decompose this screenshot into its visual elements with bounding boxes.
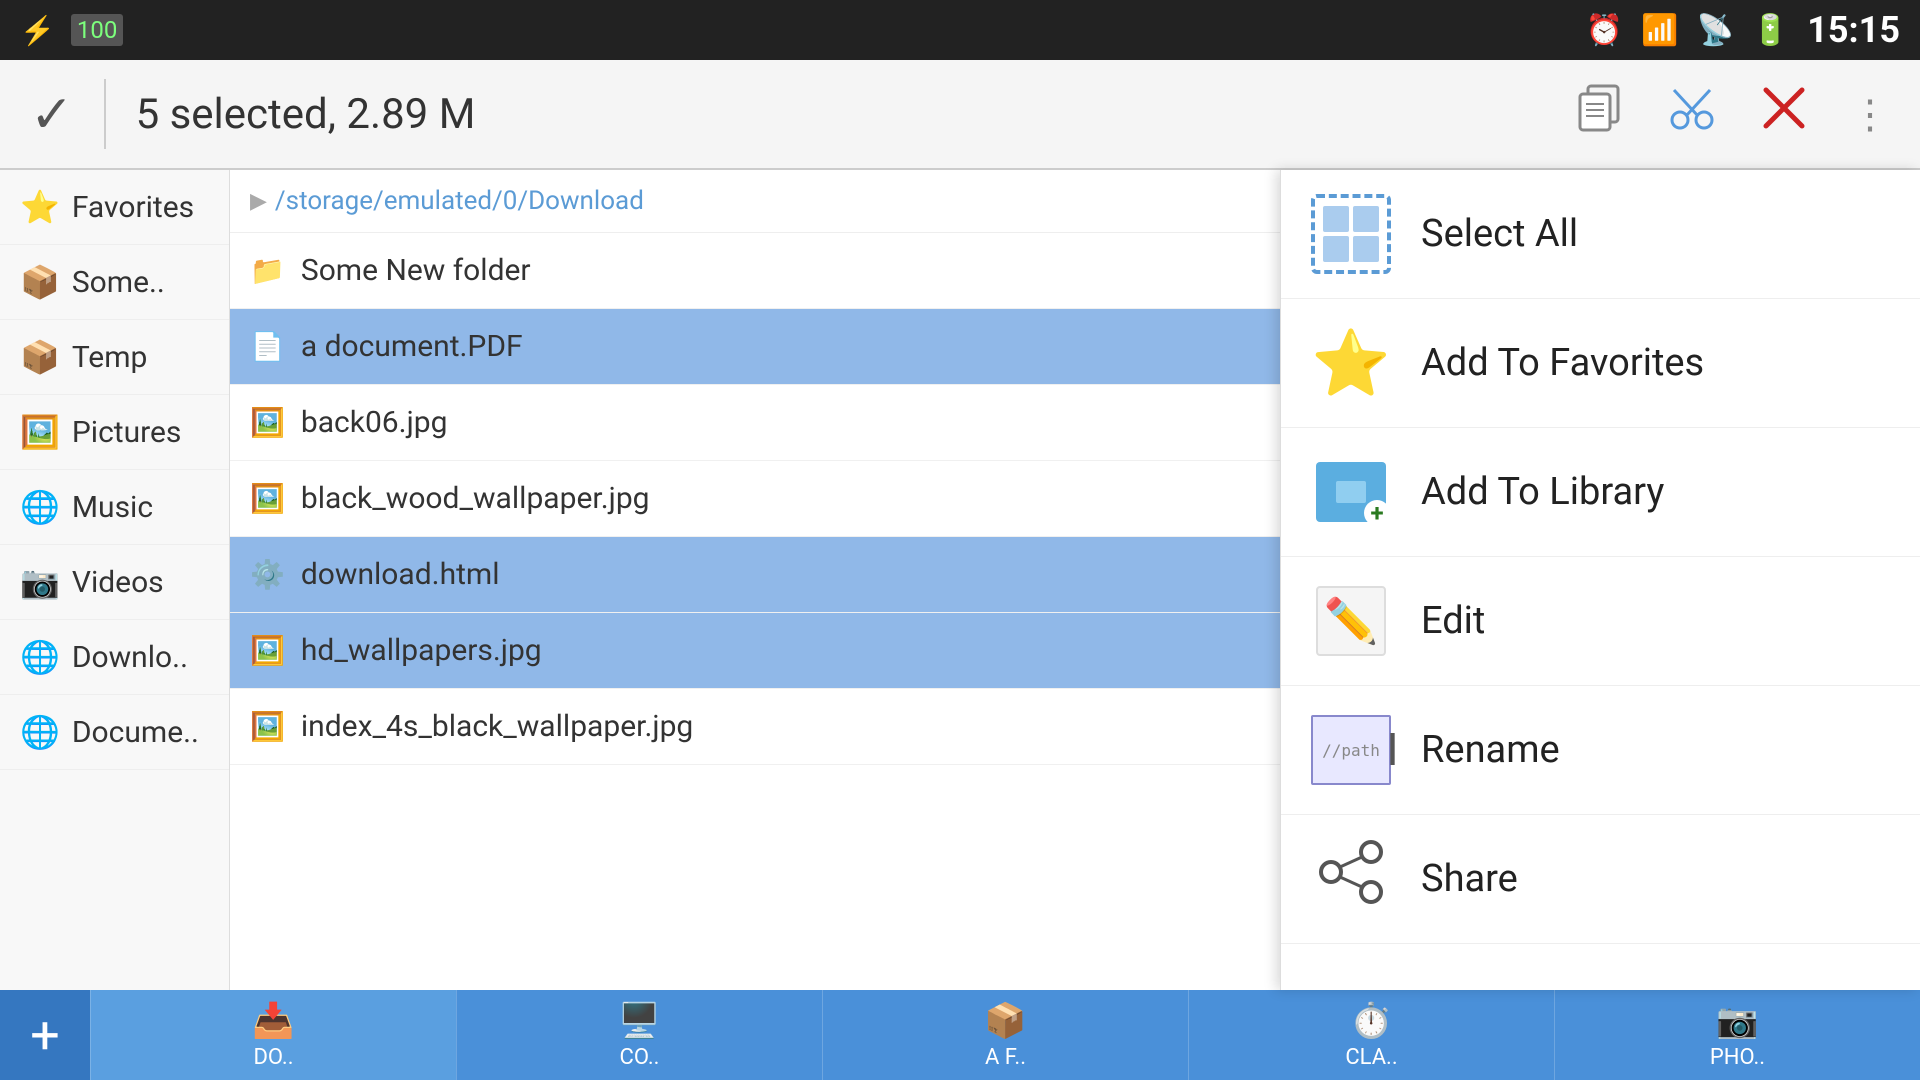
- img-icon-hd: 🖼️: [250, 634, 285, 667]
- html-icon: ⚙️: [250, 558, 285, 591]
- current-path[interactable]: /storage/emulated/0/Download: [275, 186, 644, 216]
- menu-label-share: Share: [1421, 857, 1518, 901]
- videos-icon: 📷: [20, 563, 60, 601]
- battery-icon: 100: [71, 14, 123, 46]
- alarm-icon: ⏰: [1586, 13, 1623, 48]
- sidebar-label-videos: Videos: [72, 565, 164, 600]
- add-to-favorites-icon: ⭐: [1311, 323, 1391, 403]
- menu-label-select-all: Select All: [1421, 212, 1578, 256]
- sidebar-item-videos[interactable]: 📷 Videos: [0, 545, 229, 620]
- pictures-icon: 🖼️: [20, 413, 60, 451]
- tab-do-icon: 📥: [252, 1001, 294, 1041]
- context-menu: Select All ⭐ Add To Favorites + Add To L…: [1280, 170, 1920, 990]
- tab-do[interactable]: 📥 DO..: [90, 990, 456, 1080]
- tab-do-label: DO..: [253, 1045, 293, 1070]
- main-content: ⭐ Favorites 📦 Some.. 📦 Temp 🖼️ Pictures …: [0, 170, 1920, 990]
- tab-cla[interactable]: ⏱️ CLA..: [1188, 990, 1554, 1080]
- file-name-back06: back06.jpg: [301, 405, 448, 440]
- favorites-icon: ⭐: [20, 188, 60, 226]
- usb-icon: ⚡: [20, 14, 55, 47]
- tab-co-icon: 🖥️: [618, 1001, 660, 1041]
- menu-item-edit[interactable]: ✏️ Edit: [1281, 557, 1920, 686]
- tab-bar: + 📥 DO.. 🖥️ CO.. 📦 A F.. ⏱️ CLA.. 📷 PHO.…: [0, 990, 1920, 1080]
- downloads-icon: 🌐: [20, 638, 60, 676]
- file-name-some-new-folder: Some New folder: [301, 253, 531, 288]
- tab-cla-icon: ⏱️: [1350, 1001, 1392, 1041]
- menu-label-add-to-favorites: Add To Favorites: [1421, 341, 1704, 385]
- menu-item-add-to-favorites[interactable]: ⭐ Add To Favorites: [1281, 299, 1920, 428]
- action-bar: ✓ 5 selected, 2.89 M: [0, 60, 1920, 170]
- menu-item-share[interactable]: Share: [1281, 815, 1920, 944]
- tab-co-label: CO..: [620, 1045, 660, 1070]
- action-bar-icons: ⋮: [1574, 82, 1890, 147]
- sidebar-item-pictures[interactable]: 🖼️ Pictures: [0, 395, 229, 470]
- tab-af-icon: 📦: [984, 1001, 1026, 1041]
- sidebar-label-pictures: Pictures: [72, 415, 182, 450]
- selection-info: 5 selected, 2.89 M: [136, 90, 1574, 139]
- menu-item-add-to-library[interactable]: + Add To Library: [1281, 428, 1920, 557]
- documents-icon: 🌐: [20, 713, 60, 751]
- file-name-black-wood: black_wood_wallpaper.jpg: [301, 481, 650, 516]
- file-name-index-4s: index_4s_black_wallpaper.jpg: [301, 709, 693, 744]
- temp-icon: 📦: [20, 338, 60, 376]
- edit-icon: ✏️: [1311, 581, 1391, 661]
- tab-pho-label: PHO..: [1710, 1045, 1765, 1070]
- tab-pho-icon: 📷: [1716, 1001, 1758, 1041]
- rename-icon: //path Ⅰ: [1311, 710, 1391, 790]
- battery-full-icon: 🔋: [1752, 13, 1789, 48]
- menu-label-add-to-library: Add To Library: [1421, 470, 1664, 514]
- wifi-icon: 📶: [1641, 13, 1678, 48]
- menu-item-rename[interactable]: //path Ⅰ Rename: [1281, 686, 1920, 815]
- music-icon: 🌐: [20, 488, 60, 526]
- img-icon-index: 🖼️: [250, 710, 285, 743]
- folder-icon: 📁: [250, 254, 285, 287]
- menu-label-edit: Edit: [1421, 599, 1485, 643]
- sidebar-item-favorites[interactable]: ⭐ Favorites: [0, 170, 229, 245]
- file-name-hd-wallpapers: hd_wallpapers.jpg: [301, 633, 542, 668]
- sidebar-label-music: Music: [72, 490, 153, 525]
- sidebar-item-music[interactable]: 🌐 Music: [0, 470, 229, 545]
- pdf-icon: 📄: [250, 330, 285, 363]
- sidebar-item-temp[interactable]: 📦 Temp: [0, 320, 229, 395]
- signal-icon: 📡: [1697, 13, 1734, 48]
- file-name-download-html: download.html: [301, 557, 500, 592]
- status-left-icons: ⚡ 100: [20, 14, 123, 47]
- some-icon: 📦: [20, 263, 60, 301]
- clock-time: 15:15: [1807, 9, 1900, 51]
- tab-af-label: A F..: [985, 1045, 1026, 1070]
- tab-pho[interactable]: 📷 PHO..: [1554, 990, 1920, 1080]
- sidebar-item-documents[interactable]: 🌐 Docume..: [0, 695, 229, 770]
- status-right-icons: ⏰ 📶 📡 🔋 15:15: [1586, 9, 1900, 51]
- sidebar-label-favorites: Favorites: [72, 190, 194, 225]
- sidebar-label-downloads: Downlo..: [72, 640, 188, 675]
- add-tab-button[interactable]: +: [0, 990, 90, 1080]
- check-icon[interactable]: ✓: [30, 84, 74, 145]
- sidebar-label-some: Some..: [72, 265, 165, 300]
- sidebar-label-documents: Docume..: [72, 715, 199, 750]
- copy-icon[interactable]: [1574, 82, 1626, 147]
- sidebar: ⭐ Favorites 📦 Some.. 📦 Temp 🖼️ Pictures …: [0, 170, 230, 990]
- tab-cla-label: CLA..: [1345, 1045, 1397, 1070]
- add-to-library-icon: +: [1311, 452, 1391, 532]
- status-bar: ⚡ 100 ⏰ 📶 📡 🔋 15:15: [0, 0, 1920, 60]
- img-icon-back06: 🖼️: [250, 406, 285, 439]
- select-all-icon: [1311, 194, 1391, 274]
- file-name-a-document: a document.PDF: [301, 329, 523, 364]
- menu-label-rename: Rename: [1421, 728, 1560, 772]
- img-icon-black-wood: 🖼️: [250, 482, 285, 515]
- cut-icon[interactable]: [1666, 82, 1718, 147]
- delete-icon[interactable]: [1758, 82, 1810, 147]
- tab-af[interactable]: 📦 A F..: [822, 990, 1188, 1080]
- tab-co[interactable]: 🖥️ CO..: [456, 990, 822, 1080]
- sidebar-item-some[interactable]: 📦 Some..: [0, 245, 229, 320]
- menu-item-select-all[interactable]: Select All: [1281, 170, 1920, 299]
- path-arrow: ▶: [250, 189, 267, 214]
- share-icon: [1311, 839, 1391, 919]
- action-bar-divider: [104, 79, 106, 149]
- sidebar-item-downloads[interactable]: 🌐 Downlo..: [0, 620, 229, 695]
- more-icon[interactable]: ⋮: [1850, 91, 1890, 138]
- sidebar-label-temp: Temp: [72, 340, 148, 375]
